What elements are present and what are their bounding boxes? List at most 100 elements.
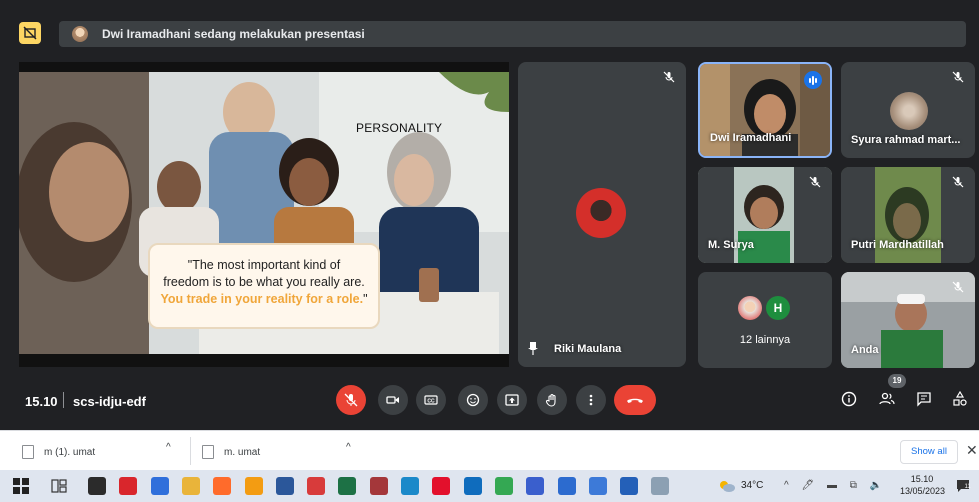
widgets-icon[interactable] (88, 477, 106, 495)
word-icon[interactable] (276, 477, 294, 495)
captions-button[interactable]: CC (416, 385, 446, 415)
app-blue-4-icon[interactable] (620, 477, 638, 495)
divider (190, 437, 191, 465)
quote-box: "The most important kind of freedom is t… (148, 243, 380, 329)
app-blue-2-icon[interactable] (558, 477, 576, 495)
outlook-icon[interactable] (464, 477, 482, 495)
quote-line: You trade in your reality for a role." (150, 291, 378, 308)
activities-icon (953, 391, 967, 406)
presenter-notice-text: Dwi Iramadhani sedang melakukan presenta… (102, 27, 365, 41)
stop-presentation-icon[interactable] (19, 22, 41, 44)
mic-off-icon (951, 176, 965, 190)
participant-name: Syura rahmad mart... (851, 134, 961, 146)
show-all-button[interactable]: Show all (900, 440, 958, 464)
participant-name: Dwi Iramadhani (710, 132, 792, 144)
present-icon (505, 394, 519, 406)
others-avatars: H (738, 296, 790, 320)
access-icon[interactable] (370, 477, 388, 495)
participant-count-badge: 19 (888, 374, 906, 388)
captions-icon: CC (424, 395, 438, 405)
close-icon[interactable]: ✕ (966, 442, 978, 459)
svg-text:11: 11 (965, 484, 972, 490)
participant-tile[interactable]: M. Surya (698, 167, 832, 263)
meeting-controls: 15.10 scs-idju-edf CC 19 (0, 372, 979, 430)
clock-time: 15.10 (910, 474, 934, 484)
others-count: 12 lainnya (739, 334, 791, 346)
hang-up-icon (627, 398, 643, 403)
more-vert-icon (589, 394, 593, 406)
presenter-avatar (72, 26, 88, 42)
app-blue-1-icon[interactable] (526, 477, 544, 495)
clock[interactable]: 15.10 13/05/2023 (900, 473, 946, 497)
chevron-up-icon[interactable]: ^ (346, 442, 351, 453)
people-icon (879, 392, 895, 405)
divider (63, 392, 64, 408)
store-icon[interactable] (151, 477, 169, 495)
downloads-bar: m (1). umat ^ m. umat ^ Show all ✕ (0, 430, 979, 470)
opera-icon[interactable] (432, 477, 450, 495)
participant-tile[interactable]: Putri Mardhatillah (841, 167, 975, 263)
notification-icon[interactable]: 11 (955, 478, 971, 494)
excel-icon[interactable] (338, 477, 356, 495)
more-options-button[interactable] (576, 385, 606, 415)
app-blue-3-icon[interactable] (589, 477, 607, 495)
acrobat-icon[interactable] (119, 477, 137, 495)
people-button[interactable] (876, 388, 898, 410)
mic-off-icon (662, 71, 676, 85)
meeting-info-button[interactable] (838, 388, 860, 410)
raise-hand-button[interactable] (537, 385, 567, 415)
avatar (890, 92, 928, 130)
avatar (576, 188, 626, 238)
present-button[interactable] (497, 385, 527, 415)
mic-off-icon (344, 393, 358, 407)
presenter-notice: Dwi Iramadhani sedang melakukan presenta… (59, 21, 966, 47)
download-filename: m (1). umat (44, 446, 96, 458)
weather-icon[interactable] (718, 479, 736, 493)
app-gray-icon[interactable] (651, 477, 669, 495)
others-tile[interactable]: H 12 lainnya (698, 272, 832, 368)
chat-icon (917, 392, 931, 407)
edge-icon[interactable] (401, 477, 419, 495)
download-item[interactable]: m (1). umat ^ (22, 440, 182, 464)
chevron-up-icon[interactable]: ^ (166, 442, 171, 453)
quote-line: "The most important kind of (187, 258, 341, 272)
participant-name: Putri Mardhatillah (851, 239, 944, 251)
reactions-button[interactable] (458, 385, 488, 415)
download-filename: m. umat (224, 446, 261, 458)
clock-date: 13/05/2023 (900, 486, 946, 496)
taskbar: 34°C ^ 🖊 ▬ ⧉ 🔈 15.10 13/05/2023 11 (0, 470, 979, 502)
camera-toggle-button[interactable] (378, 385, 408, 415)
chrome-icon[interactable] (495, 477, 513, 495)
participant-tile[interactable]: Dwi Iramadhani (698, 62, 832, 158)
file-explorer-icon[interactable] (182, 477, 200, 495)
app-red-icon[interactable] (307, 477, 325, 495)
participant-name: Anda (851, 344, 879, 356)
firefox-icon[interactable] (213, 477, 231, 495)
info-icon (841, 391, 857, 407)
participant-name: M. Surya (708, 239, 754, 251)
chat-button[interactable] (913, 388, 935, 410)
activities-button[interactable] (949, 388, 971, 410)
quote-highlight: You trade in your reality for a role. (160, 292, 364, 306)
quote-end: " (363, 292, 368, 306)
participant-tile-pinned[interactable]: Riki Maulana (518, 62, 686, 367)
self-view-tile[interactable]: Anda (841, 272, 975, 368)
participant-name: Riki Maulana (554, 343, 622, 355)
mic-off-icon (951, 71, 965, 85)
start-icon[interactable] (12, 477, 30, 495)
participant-tile[interactable]: Syura rahmad mart... (841, 62, 975, 158)
temperature[interactable]: 34°C (741, 480, 763, 491)
emoji-icon (466, 393, 480, 407)
mic-toggle-button[interactable] (336, 385, 366, 415)
pin-icon[interactable] (528, 341, 538, 355)
mic-off-icon (951, 281, 965, 295)
leave-call-button[interactable] (614, 385, 656, 415)
presentation-banner: Dwi Iramadhani sedang melakukan presenta… (0, 0, 979, 62)
download-item[interactable]: m. umat ^ (202, 440, 362, 464)
system-tray[interactable]: ^ 🖊 ▬ ⧉ 🔈 (784, 480, 887, 491)
speaking-indicator (804, 71, 822, 89)
avatar (738, 296, 762, 320)
meeting-time: 15.10 (25, 394, 58, 409)
task-view-icon[interactable] (50, 477, 68, 495)
vlc-icon[interactable] (245, 477, 263, 495)
